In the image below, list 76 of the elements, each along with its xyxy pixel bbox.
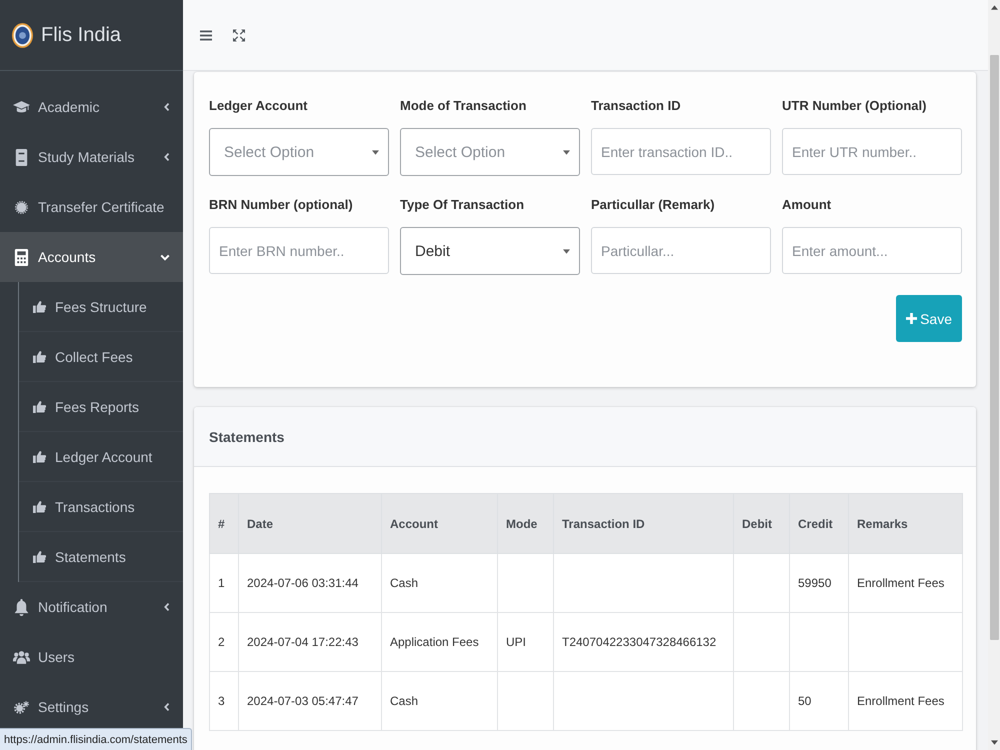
table-cell: Cash — [382, 672, 498, 730]
table-cell: Application Fees — [382, 612, 498, 672]
input-field[interactable]: Enter amount... — [782, 227, 962, 274]
url-status-bubble: https://admin.flisindia.com/statements — [0, 728, 192, 750]
table-cell: 2024-07-04 17:22:43 — [238, 612, 382, 672]
thumbs-up-icon — [33, 350, 46, 363]
select-field[interactable]: Debit — [400, 227, 580, 275]
thumbs-up-icon — [33, 450, 46, 463]
menu-item[interactable]: Accounts — [0, 232, 183, 282]
card-title: Statements — [209, 428, 284, 444]
input-field[interactable]: Enter UTR number.. — [782, 128, 962, 175]
table-cell: Cash — [382, 554, 498, 612]
field-label: Type Of Transaction — [400, 196, 526, 214]
table-cell: 50 — [790, 672, 848, 730]
field-label: UTR Number (Optional) — [782, 97, 928, 115]
field-label: Transaction ID — [591, 97, 682, 115]
menu-item[interactable]: Transefer Certificate — [0, 182, 183, 232]
menu-icon[interactable] — [200, 28, 212, 42]
thumbs-up-icon — [33, 550, 46, 563]
field-label: BRN Number (optional) — [209, 196, 354, 214]
submenu-item[interactable]: Fees Reports — [19, 382, 183, 432]
logo-icon — [12, 22, 33, 48]
caret-down-icon — [563, 150, 570, 154]
book-icon — [13, 148, 30, 166]
thumbs-up-icon — [33, 400, 46, 413]
scroll-down-icon[interactable] — [990, 740, 998, 745]
table-cell: 2 — [210, 612, 238, 672]
field-label: Ledger Account — [209, 97, 308, 115]
gears-icon — [13, 700, 30, 714]
submenu-item[interactable]: Collect Fees — [19, 332, 183, 382]
calculator-icon — [13, 248, 30, 266]
input-field[interactable]: Enter BRN number.. — [209, 227, 389, 274]
caret-down-icon — [563, 248, 570, 254]
table-cell: Enrollment Fees — [848, 672, 962, 730]
table-cell: 1 — [210, 554, 238, 612]
menu-item[interactable]: Academic — [0, 82, 183, 132]
column-header: Credit — [790, 494, 848, 554]
column-header: Debit — [734, 494, 790, 554]
input-field[interactable]: Enter transaction ID.. — [591, 128, 771, 175]
table-cell: 3 — [210, 672, 238, 730]
submenu-item[interactable]: Ledger Account — [19, 432, 183, 482]
table-cell: 2024-07-03 05:47:47 — [238, 672, 382, 730]
input-field[interactable]: Particullar... — [591, 227, 771, 274]
thumbs-up-icon — [33, 500, 46, 513]
plus-icon — [906, 313, 918, 324]
column-header: Mode — [498, 494, 554, 554]
column-header: # — [210, 494, 238, 554]
submenu-item[interactable]: Fees Structure — [19, 282, 183, 332]
brand-name: Flis India — [41, 24, 122, 46]
scroll-up-icon[interactable] — [990, 5, 998, 10]
scroll-thumb[interactable] — [990, 55, 998, 640]
table-cell: 59950 — [790, 554, 848, 612]
table-cell: UPI — [498, 612, 554, 672]
thumbs-up-icon — [33, 300, 46, 313]
column-header: Date — [238, 494, 382, 554]
submenu-item[interactable]: Statements — [19, 532, 183, 582]
menu-item[interactable]: Users — [0, 632, 183, 682]
field-label: Amount — [782, 196, 832, 214]
column-header: Transaction ID — [554, 494, 734, 554]
caret-down-icon — [372, 150, 379, 154]
menu-item[interactable]: Notification — [0, 582, 183, 632]
seal-icon — [13, 200, 30, 214]
submenu-item[interactable]: Transactions — [19, 482, 183, 532]
column-header: Remarks — [848, 494, 962, 554]
table-cell: T2407042233047328466132 — [554, 612, 734, 672]
column-header: Account — [382, 494, 498, 554]
scrollbar[interactable] — [988, 0, 1000, 750]
table-cell: 2024-07-06 03:31:44 — [238, 554, 382, 612]
field-label: Mode of Transaction — [400, 97, 528, 115]
users-icon — [13, 650, 30, 664]
table-cell: Enrollment Fees — [848, 554, 962, 612]
graduation-cap-icon — [13, 100, 30, 114]
bell-icon — [13, 598, 30, 616]
menu-item[interactable]: Study Materials — [0, 132, 183, 182]
fullscreen-icon[interactable] — [233, 28, 245, 42]
field-label: Particullar (Remark) — [591, 196, 716, 214]
